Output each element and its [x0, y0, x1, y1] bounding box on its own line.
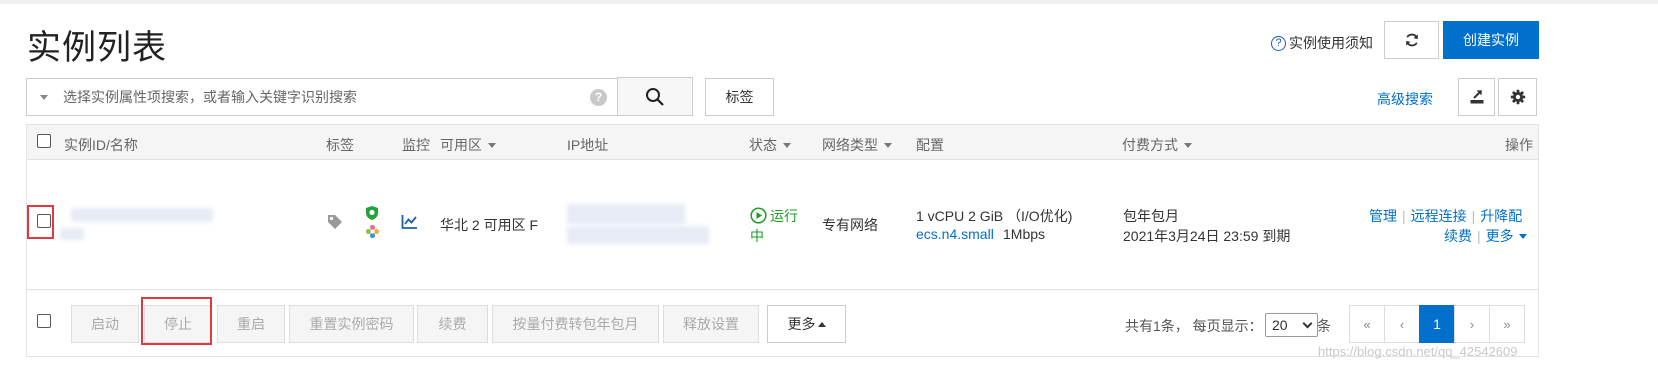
- top-divider: [0, 0, 1658, 4]
- redacted-instance-id[interactable]: [71, 208, 213, 222]
- resize-link[interactable]: 升降配: [1480, 208, 1522, 224]
- header-network-label: 网络类型: [822, 137, 878, 153]
- more-label: 更多: [787, 316, 816, 332]
- last-page-button[interactable]: »: [1489, 305, 1525, 343]
- convert-billing-button[interactable]: 按量付费转包年包月: [492, 305, 659, 343]
- reset-password-button[interactable]: 重置实例密码: [289, 305, 414, 343]
- more-actions-link[interactable]: 更多: [1486, 226, 1514, 246]
- row-actions-line-1: 管理 | 远程连接 | 升降配: [1369, 206, 1522, 226]
- row-actions-line-2: 续费 | 更多: [1444, 226, 1527, 246]
- help-icon: ?: [1271, 35, 1286, 51]
- header-zone-label: 可用区: [440, 137, 482, 153]
- refresh-button[interactable]: [1384, 21, 1439, 59]
- table-header: 实例ID/名称 标签 监控 可用区 IP地址 状态 网络类型 配置 付费方式 操…: [27, 125, 1538, 160]
- billing-type: 包年包月: [1123, 208, 1179, 224]
- header-status[interactable]: 状态: [749, 135, 791, 155]
- divider: |: [1471, 208, 1476, 224]
- header-network[interactable]: 网络类型: [822, 135, 892, 155]
- next-page-button[interactable]: ›: [1454, 305, 1490, 343]
- tag-filter-button[interactable]: 标签: [705, 78, 774, 116]
- config-spec: 1 vCPU 2 GiB （I/O优化): [916, 208, 1073, 224]
- total-count: 共有1条， 每页显示：: [1125, 318, 1263, 334]
- remote-connect-link[interactable]: 远程连接: [1411, 208, 1467, 224]
- bandwidth: 1Mbps: [1003, 226, 1046, 242]
- start-button[interactable]: 启动: [71, 305, 139, 343]
- search-help-icon[interactable]: ?: [590, 88, 607, 106]
- chevron-down-icon: [1518, 233, 1527, 239]
- redacted-instance-name: [60, 228, 84, 240]
- prev-page-button[interactable]: ‹: [1384, 305, 1420, 343]
- header-zone[interactable]: 可用区: [440, 135, 496, 155]
- bulk-actions-bar: 启动 停止 重启 重置实例密码 续费 按量付费转包年包月 释放设置 更多 共有1…: [27, 290, 1538, 356]
- page-1-button[interactable]: 1: [1419, 305, 1455, 343]
- divider: |: [1477, 228, 1481, 244]
- first-page-button[interactable]: «: [1349, 305, 1385, 343]
- status-line-2: 中: [750, 228, 764, 244]
- filter-caret-icon: [1184, 142, 1192, 148]
- table-row: 华北 2 可用区 F 运行 中 专有网络 1 vCPU 2 GiB （I/O优化…: [27, 160, 1538, 290]
- page-size-select[interactable]: 20: [1265, 313, 1318, 337]
- caret-up-icon: [817, 321, 826, 327]
- chevron-down-icon: [1302, 318, 1313, 328]
- create-instance-button[interactable]: 创建实例: [1443, 21, 1539, 59]
- usage-notice-label: 实例使用须知: [1289, 35, 1373, 51]
- security-shield-icon[interactable]: [364, 205, 380, 221]
- header-actions: 操作: [1505, 137, 1533, 153]
- search-icon: [646, 87, 664, 106]
- sort-caret-icon: [488, 142, 496, 148]
- filter-caret-icon: [783, 142, 791, 148]
- expiry-date: 2021年3月24日 23:59 到期: [1123, 228, 1291, 244]
- page-size-value: 20: [1272, 317, 1288, 333]
- settings-button[interactable]: [1498, 78, 1537, 116]
- header-id-name: 实例ID/名称: [64, 137, 138, 153]
- watermark: https://blog.csdn.net/qq_42542609: [1318, 344, 1518, 359]
- search-input[interactable]: 选择实例属性项搜索，或者输入关键字识别搜索 ?: [26, 78, 618, 116]
- divider: |: [1402, 208, 1406, 224]
- release-settings-button[interactable]: 释放设置: [663, 305, 759, 343]
- filter-dropdown-icon[interactable]: [40, 94, 48, 100]
- highlight-stop-button: [141, 297, 212, 345]
- export-button[interactable]: [1458, 78, 1495, 116]
- restart-button[interactable]: 重启: [217, 305, 285, 343]
- select-all-checkbox[interactable]: [37, 134, 51, 148]
- search-placeholder: 选择实例属性项搜索，或者输入关键字识别搜索: [63, 89, 357, 105]
- renew-link[interactable]: 续费: [1444, 226, 1472, 246]
- gear-icon: [1510, 89, 1525, 105]
- redacted-private-ip: [567, 226, 709, 244]
- more-bulk-actions-button[interactable]: 更多: [767, 305, 846, 343]
- footer-select-all-checkbox[interactable]: [37, 314, 51, 328]
- refresh-icon: [1405, 33, 1418, 47]
- header-status-label: 状态: [749, 137, 777, 153]
- instance-type-link[interactable]: ecs.n4.small: [916, 226, 994, 242]
- header-billing[interactable]: 付费方式: [1122, 135, 1192, 155]
- running-play-icon: [750, 207, 767, 224]
- header-config: 配置: [916, 137, 944, 153]
- header-monitor: 监控: [402, 137, 430, 153]
- pagination: « ‹ 1 › »: [1349, 305, 1525, 343]
- header-ip: IP地址: [567, 137, 609, 153]
- instance-table: 实例ID/名称 标签 监控 可用区 IP地址 状态 网络类型 配置 付费方式 操…: [26, 124, 1539, 357]
- advanced-search-link[interactable]: 高级搜索: [1377, 89, 1433, 109]
- zone-cell: 华北 2 可用区 F: [440, 217, 539, 233]
- app-flower-icon[interactable]: [365, 224, 380, 239]
- page-size-suffix: 条: [1317, 318, 1331, 334]
- renew-button[interactable]: 续费: [417, 305, 488, 343]
- manage-link[interactable]: 管理: [1369, 208, 1397, 224]
- tag-icon[interactable]: [326, 213, 344, 231]
- export-icon: [1470, 90, 1483, 104]
- monitor-chart-icon[interactable]: [401, 213, 418, 230]
- redacted-public-ip: [567, 204, 685, 224]
- header-tags: 标签: [326, 137, 354, 153]
- page-title: 实例列表: [27, 29, 167, 67]
- highlight-row-checkbox: [27, 205, 54, 239]
- status-line-1: 运行: [770, 208, 798, 224]
- filter-caret-icon: [884, 142, 892, 148]
- search-button[interactable]: [617, 77, 693, 116]
- network-cell: 专有网络: [822, 217, 878, 233]
- usage-notice-link[interactable]: ? 实例使用须知: [1271, 33, 1373, 53]
- header-billing-label: 付费方式: [1122, 137, 1178, 153]
